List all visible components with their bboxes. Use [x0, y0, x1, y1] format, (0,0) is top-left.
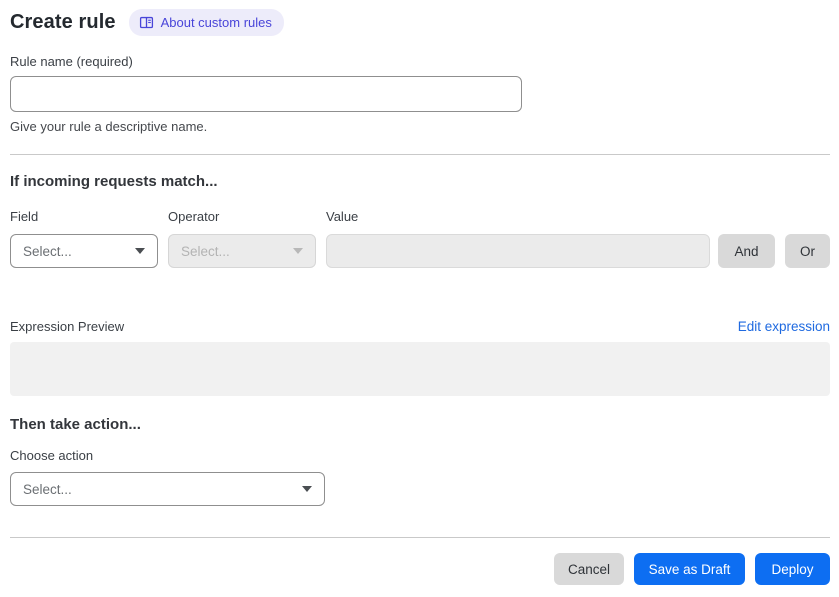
operator-select-placeholder: Select... — [181, 243, 230, 259]
chevron-down-icon — [293, 248, 303, 254]
field-select-placeholder: Select... — [23, 243, 72, 259]
match-controls-row: Select... Select... And Or — [10, 234, 830, 268]
page-title: Create rule — [10, 10, 116, 33]
field-label: Field — [10, 209, 39, 224]
rule-name-input[interactable] — [10, 76, 522, 112]
create-rule-page: Create rule About custom rules Rule name… — [0, 0, 839, 585]
field-select[interactable]: Select... — [10, 234, 158, 268]
choose-action-select[interactable]: Select... — [10, 472, 325, 506]
book-icon — [139, 15, 154, 30]
value-input[interactable] — [326, 234, 710, 268]
match-labels-row: Field Operator Value — [10, 209, 830, 224]
expression-preview-label: Expression Preview — [10, 319, 125, 334]
rule-name-helper: Give your rule a descriptive name. — [10, 119, 208, 134]
cancel-button[interactable]: Cancel — [554, 553, 624, 585]
footer-divider — [10, 537, 830, 538]
choose-action-label: Choose action — [10, 448, 94, 463]
section-divider-top — [10, 154, 830, 155]
and-button[interactable]: And — [718, 234, 775, 268]
footer-actions: Cancel Save as Draft Deploy — [10, 553, 830, 585]
operator-select[interactable]: Select... — [168, 234, 316, 268]
chevron-down-icon — [302, 486, 312, 492]
about-custom-rules-label: About custom rules — [160, 14, 272, 30]
edit-expression-link[interactable]: Edit expression — [738, 319, 830, 334]
action-section-heading: Then take action... — [10, 416, 141, 433]
deploy-button[interactable]: Deploy — [755, 553, 830, 585]
choose-action-placeholder: Select... — [23, 481, 72, 497]
operator-label: Operator — [168, 209, 220, 224]
rule-name-group: Rule name (required) Give your rule a de… — [10, 53, 830, 134]
value-label: Value — [326, 209, 359, 224]
expression-preview-box — [10, 342, 830, 396]
chevron-down-icon — [135, 248, 145, 254]
about-custom-rules-link[interactable]: About custom rules — [128, 8, 284, 36]
or-button[interactable]: Or — [785, 234, 830, 268]
match-section-heading: If incoming requests match... — [10, 173, 218, 190]
rule-name-label: Rule name (required) — [10, 54, 133, 69]
page-header: Create rule About custom rules — [10, 8, 830, 36]
expression-preview-row: Expression Preview Edit expression — [10, 319, 830, 334]
save-as-draft-button[interactable]: Save as Draft — [634, 553, 745, 585]
